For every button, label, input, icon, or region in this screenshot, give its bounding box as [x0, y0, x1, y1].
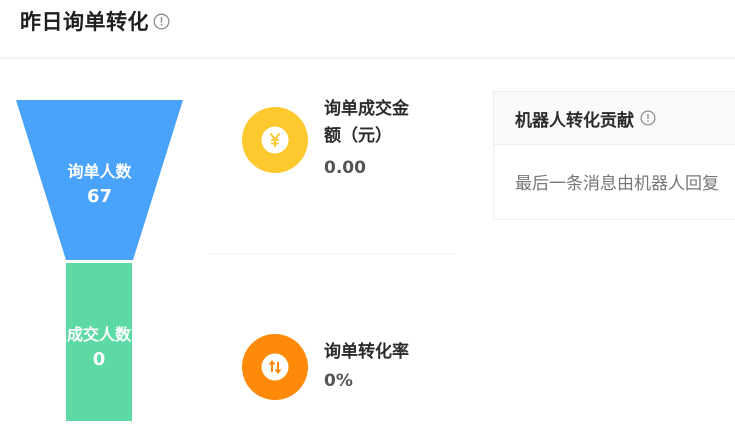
amount-value: 0.00 — [324, 158, 366, 178]
info-icon[interactable] — [153, 13, 170, 30]
conversion-rate-value: 0% — [324, 371, 353, 391]
yen-icon — [242, 107, 308, 173]
panel-header: 昨日询单转化 — [20, 4, 170, 38]
funnel-inquiry-value: 67 — [86, 186, 113, 207]
amount-label-line1: 询单成交金 — [324, 99, 409, 119]
conversion-panel: 昨日询单转化 询单人数 67 成交人数 0 询单成交金 额（元） 0.00 询单… — [0, 0, 735, 432]
amount-label-line2: 额（元） — [324, 126, 392, 146]
conversion-rate-label: 询单转化率 — [324, 342, 409, 362]
page-title: 昨日询单转化 — [20, 10, 149, 34]
metric-divider — [210, 253, 456, 254]
funnel-deal-value: 0 — [92, 349, 106, 370]
amount-label: 询单成交金 额（元） — [324, 96, 409, 150]
robot-contribution-card: 机器人转化贡献 最后一条消息由机器人回复 — [493, 91, 735, 220]
funnel-deal-label: 成交人数 — [66, 325, 131, 344]
funnel-inquiry-label: 询单人数 — [67, 162, 132, 181]
robot-card-body: 最后一条消息由机器人回复 — [515, 174, 719, 194]
info-icon[interactable] — [639, 110, 656, 127]
exchange-arrows-icon — [242, 334, 308, 400]
robot-card-header: 机器人转化贡献 — [494, 92, 735, 145]
header-divider — [0, 57, 735, 59]
robot-card-title: 机器人转化贡献 — [515, 110, 634, 131]
funnel-deal-stage: 成交人数 0 — [66, 263, 132, 421]
funnel-inquiry-stage: 询单人数 67 — [16, 100, 183, 260]
